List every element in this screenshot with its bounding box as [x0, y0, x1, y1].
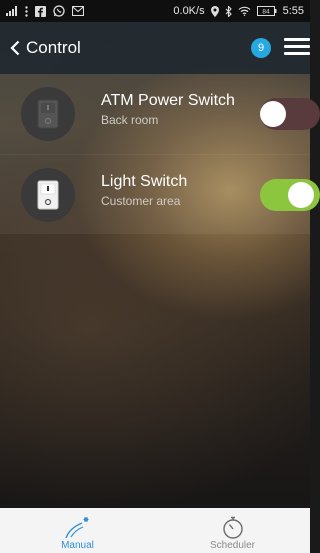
- more-vertical-icon: [25, 5, 28, 17]
- tab-label: Scheduler: [209, 540, 256, 551]
- wall-switch-icon: [21, 87, 75, 141]
- app-bar: Control 9: [0, 22, 310, 74]
- page-title: Control: [26, 38, 81, 57]
- magic-wand-icon: [63, 516, 93, 540]
- battery-icon: 84: [256, 6, 277, 16]
- network-speed: 0.0K/s: [173, 5, 205, 17]
- toggle-knob: [288, 182, 314, 208]
- wifi-icon: [238, 6, 251, 16]
- menu-icon[interactable]: [284, 38, 310, 58]
- wall-switch-icon: [21, 168, 75, 222]
- device-name: ATM Power Switch: [101, 92, 235, 109]
- clock: 5:55: [282, 5, 304, 17]
- back-button[interactable]: Control: [10, 38, 81, 58]
- signal-icon: [6, 6, 18, 16]
- toggle-knob: [260, 101, 286, 127]
- tab-scheduler[interactable]: Scheduler: [155, 508, 310, 553]
- whatsapp-icon: [53, 5, 65, 17]
- device-row-atm-power: ATM Power Switch Back room: [0, 74, 320, 154]
- mail-icon: [72, 6, 84, 16]
- device-list: ATM Power Switch Back room Light Switch …: [0, 74, 320, 234]
- bluetooth-icon: [225, 5, 232, 17]
- light-switch-toggle[interactable]: [260, 179, 320, 211]
- status-bar: 0.0K/s 84 5:55: [0, 0, 310, 22]
- facebook-icon: [35, 5, 46, 17]
- device-row-light: Light Switch Customer area: [0, 154, 320, 234]
- timer-icon: [221, 516, 245, 540]
- chevron-left-icon: [10, 40, 20, 56]
- bottom-nav: Manual Scheduler: [0, 508, 310, 553]
- atm-power-toggle[interactable]: [260, 98, 320, 130]
- tab-label: Manual: [61, 540, 94, 551]
- battery-level: 84: [262, 9, 270, 16]
- tab-manual[interactable]: Manual: [0, 508, 155, 553]
- device-location: Customer area: [101, 194, 181, 208]
- notification-badge[interactable]: 9: [251, 38, 271, 58]
- location-icon: [210, 5, 219, 17]
- device-name: Light Switch: [101, 173, 188, 190]
- device-location: Back room: [101, 113, 159, 127]
